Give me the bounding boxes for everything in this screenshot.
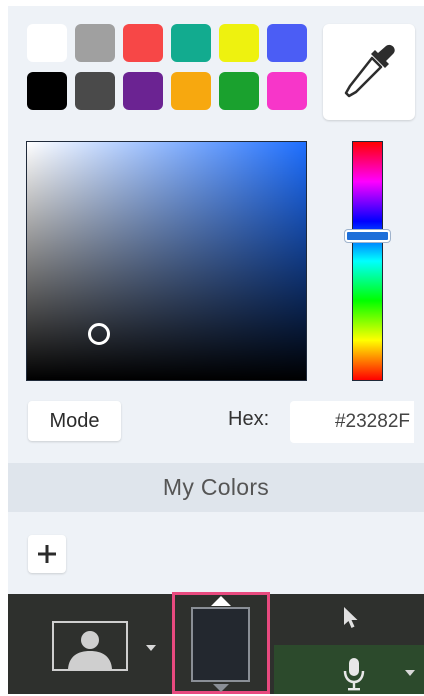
hex-label: Hex: [228,408,270,430]
swatch-yellow[interactable] [219,24,259,62]
swatch-orange[interactable] [171,72,211,110]
selected-color-tile[interactable] [191,607,250,682]
my-colors-header: My Colors [8,463,424,512]
eyedropper-button[interactable] [323,24,415,120]
mic-dropdown-arrow[interactable] [405,670,415,676]
microphone-icon[interactable] [343,657,365,696]
person-silhouette-icon [68,631,112,669]
swatch-purple[interactable] [123,72,163,110]
swatch-teal[interactable] [171,24,211,62]
pointer-down-icon [213,684,229,692]
swatch-red[interactable] [123,24,163,62]
plus-icon [38,545,56,563]
swatch-gray[interactable] [75,24,115,62]
swatch-black[interactable] [27,72,67,110]
swatch-dark-gray[interactable] [75,72,115,110]
pointer-up-icon [211,596,231,606]
add-color-button[interactable] [28,535,66,573]
hue-slider-handle[interactable] [345,230,390,242]
camera-dropdown-arrow[interactable] [146,645,156,651]
saturation-value-handle[interactable] [88,323,110,345]
mode-button[interactable]: Mode [28,401,121,441]
saturation-value-area[interactable] [26,141,307,381]
hex-input[interactable] [290,401,414,443]
swatch-white[interactable] [27,24,67,62]
arrow-cursor-icon[interactable] [342,606,360,635]
swatch-pink[interactable] [267,72,307,110]
camera-button[interactable] [52,621,128,671]
swatch-blue[interactable] [267,24,307,62]
swatch-green[interactable] [219,72,259,110]
hue-slider[interactable] [352,141,383,381]
eyedropper-icon [344,44,395,98]
